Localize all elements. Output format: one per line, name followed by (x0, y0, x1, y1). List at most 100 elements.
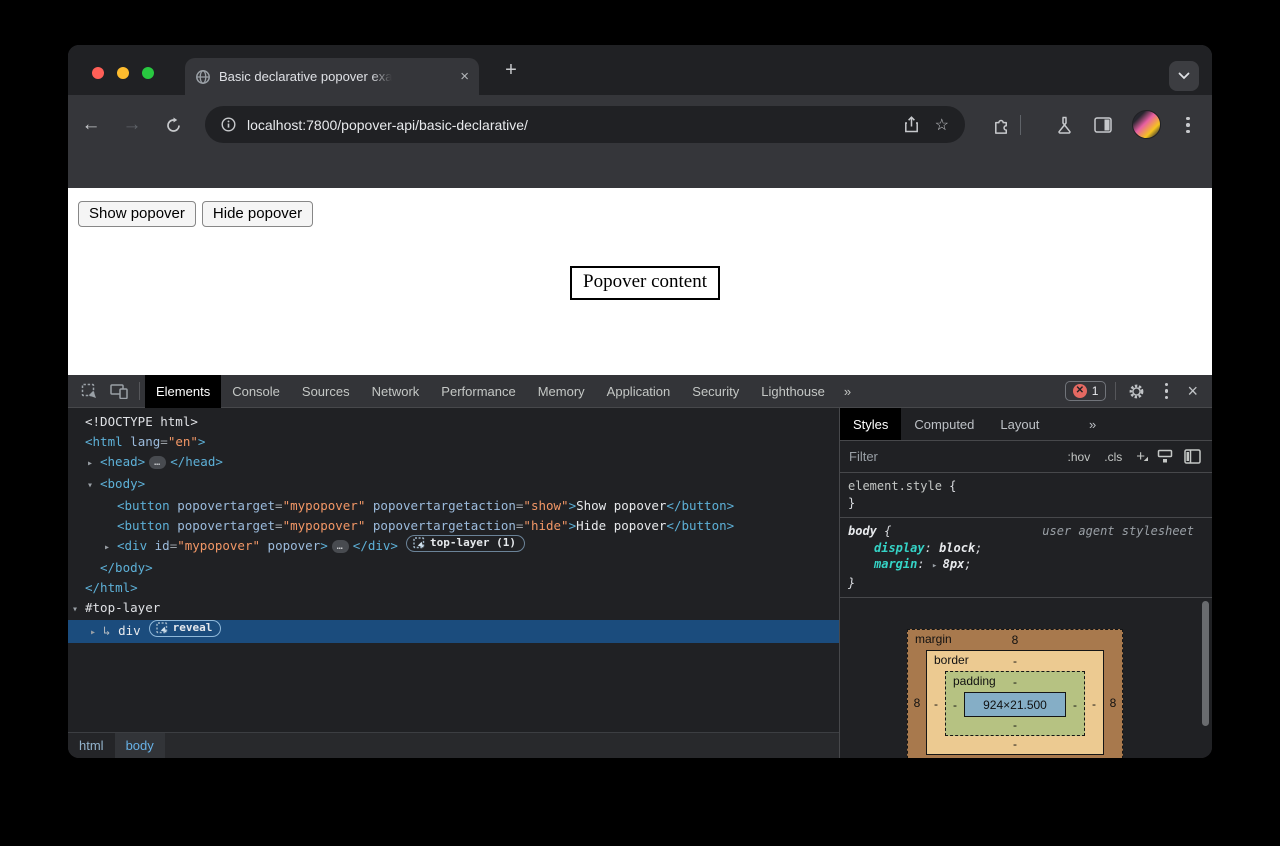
dom-tree-row[interactable]: ▸↳ div reveal (68, 620, 839, 643)
rule-origin: user agent stylesheet (1042, 523, 1194, 540)
tab-search-button[interactable] (1169, 61, 1199, 91)
element-style-section[interactable]: element.style { } (840, 473, 1212, 518)
styles-scrollbar[interactable] (1202, 601, 1209, 726)
dom-tree: <!DOCTYPE html><html lang="en">▸<head>…<… (68, 408, 839, 732)
devtools-tab-application[interactable]: Application (596, 375, 682, 408)
styles-filter-row: Filter :hov .cls + (840, 441, 1212, 473)
expand-arrow-icon[interactable]: ▸ (104, 538, 117, 558)
box-model-margin: margin 8 8 border - - (907, 629, 1123, 758)
expand-arrow-icon[interactable]: ▸ (87, 454, 100, 474)
expand-children-button[interactable]: … (332, 540, 349, 553)
toolbar-divider (139, 382, 140, 400)
dom-tree-row[interactable]: <button popovertarget="mypopover" popove… (68, 516, 839, 536)
minimize-window-button[interactable] (117, 67, 129, 79)
share-icon (904, 116, 919, 133)
collapse-arrow-icon[interactable]: ▾ (87, 476, 100, 496)
hide-popover-button[interactable]: Hide popover (202, 201, 313, 227)
flask-icon (1056, 116, 1073, 134)
reload-icon (165, 117, 182, 134)
popover-content: Popover content (570, 266, 720, 300)
devtools-tab-security[interactable]: Security (681, 375, 750, 408)
devtools-settings-button[interactable] (1121, 375, 1151, 407)
user-agent-rule-section[interactable]: body { user agent stylesheet display: bl… (840, 518, 1212, 598)
extensions-button[interactable] (983, 107, 1019, 143)
inspect-icon (156, 622, 168, 634)
expand-children-button[interactable]: … (149, 456, 166, 469)
box-model-border: border - - padding - (926, 650, 1104, 755)
devtools-tabs: ElementsConsoleSourcesNetworkPerformance… (145, 375, 836, 408)
inspect-element-button[interactable] (74, 375, 104, 407)
dom-tree-row[interactable]: </html> (68, 578, 839, 598)
breadcrumb-html[interactable]: html (68, 733, 115, 758)
side-panel-icon (1094, 117, 1112, 133)
inspect-icon (413, 537, 425, 549)
rendering-emulation-button[interactable] (1157, 449, 1173, 464)
page-viewport: Show popover Hide popover Popover conten… (68, 188, 1212, 375)
breadcrumb-body[interactable]: body (115, 733, 165, 758)
profile-avatar[interactable] (1132, 110, 1161, 139)
dom-tree-row[interactable]: ▸<head>…</head> (68, 452, 839, 474)
devtools-tab-lighthouse[interactable]: Lighthouse (750, 375, 836, 408)
box-model-padding: padding - - 924×21.500 - - (945, 671, 1085, 736)
devtools-tab-network[interactable]: Network (361, 375, 431, 408)
dom-tree-row[interactable]: </body> (68, 558, 839, 578)
more-panels-button[interactable]: » (836, 384, 860, 399)
zoom-window-button[interactable] (142, 67, 154, 79)
browser-toolbar: ← → localhost:7800/popover-api/basic-dec… (68, 95, 1212, 188)
adorner-badge[interactable]: reveal (149, 620, 222, 637)
devtools-tab-memory[interactable]: Memory (527, 375, 596, 408)
more-styles-tabs-button[interactable]: » (1081, 408, 1105, 441)
dom-tree-row[interactable]: <!DOCTYPE html> (68, 412, 839, 432)
styles-tab-layout[interactable]: Layout (987, 408, 1052, 440)
styles-tab-computed[interactable]: Computed (901, 408, 987, 440)
side-panel-button[interactable] (1085, 107, 1121, 143)
collapse-arrow-icon[interactable]: ▾ (72, 600, 85, 620)
devtools-close-button[interactable]: × (1181, 381, 1204, 402)
device-toolbar-button[interactable] (104, 375, 134, 407)
styles-tab-styles[interactable]: Styles (840, 408, 901, 440)
three-dots-icon (1186, 117, 1190, 134)
traffic-lights (92, 67, 154, 79)
devtools-tab-elements[interactable]: Elements (145, 375, 221, 408)
site-info-icon[interactable] (221, 117, 236, 132)
forward-button[interactable]: → (114, 107, 150, 143)
back-button[interactable]: ← (73, 107, 109, 143)
close-window-button[interactable] (92, 67, 104, 79)
address-bar[interactable]: localhost:7800/popover-api/basic-declara… (205, 106, 965, 143)
css-property[interactable]: display: block; (848, 540, 1204, 557)
devtools-menu-button[interactable] (1151, 375, 1181, 407)
dom-tree-row[interactable]: ▾<body> (68, 474, 839, 496)
toggle-pseudo-button[interactable]: :hov (1068, 450, 1091, 464)
reload-button[interactable] (155, 107, 191, 143)
filter-input[interactable]: Filter (849, 449, 1068, 464)
dom-tree-row[interactable]: <html lang="en"> (68, 432, 839, 452)
error-badge[interactable]: ✕ 1 (1065, 381, 1107, 401)
panel-layout-icon (1184, 449, 1201, 464)
devtools-tab-console[interactable]: Console (221, 375, 291, 408)
expand-shorthand-arrow[interactable]: ▸ (932, 561, 943, 571)
new-tab-button[interactable]: + (500, 60, 522, 82)
error-count: 1 (1092, 384, 1099, 398)
toggle-class-button[interactable]: .cls (1104, 450, 1122, 464)
devtools-tab-sources[interactable]: Sources (291, 375, 361, 408)
tab-close-icon[interactable]: × (460, 69, 469, 84)
adorner-badge[interactable]: top-layer (1) (406, 535, 525, 552)
expand-arrow-icon[interactable]: ▸ (90, 623, 103, 643)
share-button[interactable] (904, 116, 919, 133)
gear-icon (1128, 383, 1145, 400)
show-popover-button[interactable]: Show popover (78, 201, 196, 227)
computed-panel-toggle-button[interactable] (1184, 449, 1201, 464)
bookmark-star-icon[interactable]: ☆ (935, 115, 949, 135)
dom-tree-row[interactable]: <button popovertarget="mypopover" popove… (68, 496, 839, 516)
tab-title: Basic declarative popover exa (219, 69, 392, 84)
dom-tree-row[interactable]: ▸<div id="mypopover" popover>…</div> top… (68, 535, 839, 558)
browser-tab[interactable]: Basic declarative popover exa × (185, 58, 479, 95)
new-style-rule-button[interactable]: + (1136, 448, 1145, 465)
css-property[interactable]: margin: ▸ 8px; (848, 556, 1204, 575)
browser-menu-button[interactable] (1170, 107, 1206, 143)
devtools-tab-performance[interactable]: Performance (430, 375, 526, 408)
dom-tree-row[interactable]: ▾#top-layer (68, 598, 839, 620)
styles-tabs: StylesComputedLayout (840, 408, 1212, 441)
browser-window: Basic declarative popover exa × + ← → lo (68, 45, 1212, 758)
experiments-button[interactable] (1046, 107, 1082, 143)
